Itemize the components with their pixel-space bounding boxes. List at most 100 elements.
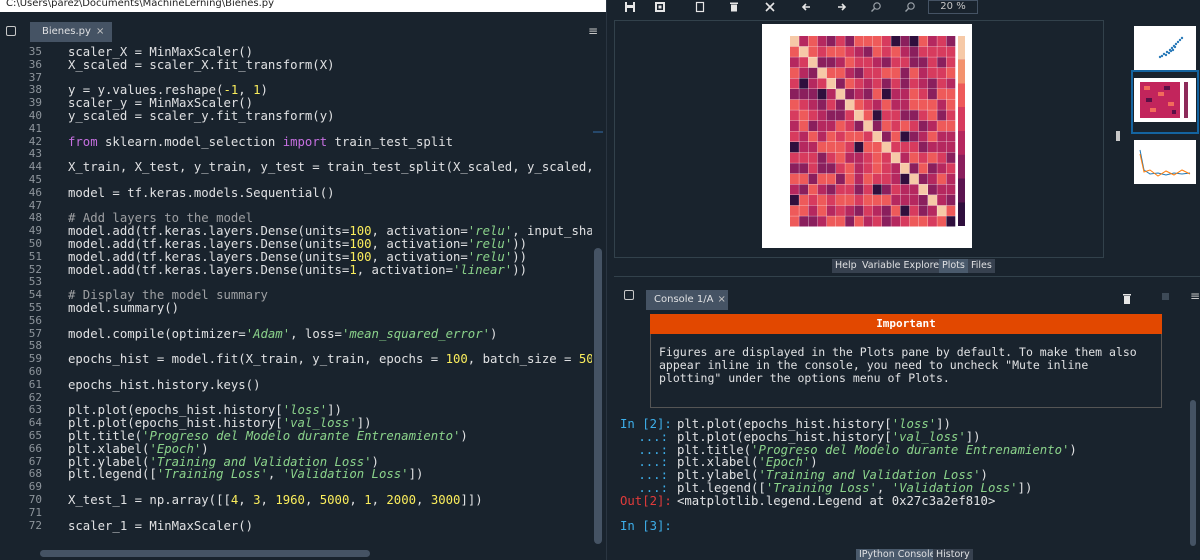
code-token: 1 (349, 262, 357, 277)
code-token: model = tf.keras.models.Sequential() (68, 185, 335, 200)
heatmap-cell (790, 36, 799, 47)
heatmap-cell (799, 120, 809, 132)
heatmap-cell (836, 184, 845, 195)
next-arrow-icon[interactable] (834, 1, 850, 15)
editor-options-menu-icon[interactable]: ≡ (588, 24, 600, 38)
pane-separator[interactable] (614, 276, 1200, 279)
heatmap-cell (790, 195, 799, 206)
tab-help[interactable]: Help (832, 259, 860, 273)
editor-horizontal-scroll-thumb[interactable] (40, 550, 370, 557)
heatmap-cell (845, 152, 855, 163)
close-tab-icon[interactable]: × (96, 26, 104, 37)
code-token: , (371, 493, 387, 507)
heatmap-cell (808, 120, 818, 132)
heatmap-cell (872, 46, 882, 57)
heatmap-cell (928, 110, 937, 121)
heatmap-cell (817, 46, 827, 57)
heatmap-cell (872, 152, 882, 163)
trash-icon[interactable] (1122, 290, 1132, 304)
heatmap-cell (790, 110, 799, 121)
console-vertical-scroll-thumb[interactable] (1190, 400, 1196, 546)
heatmap-cell (836, 195, 845, 206)
heatmap-cell (928, 99, 937, 110)
heatmap-cell (882, 152, 891, 163)
code-token: , (267, 467, 283, 482)
splitter-handle[interactable] (1116, 131, 1120, 141)
zoom-level[interactable]: 20 % (928, 0, 978, 14)
tab-ipython-console[interactable]: IPython Console (856, 549, 939, 560)
heatmap-cell (808, 216, 818, 227)
heatmap-cell (882, 120, 891, 132)
line-number: 71 (28, 505, 42, 519)
important-notice-line: Figures are displayed in the Plots pane … (659, 345, 1137, 359)
heatmap-cell (817, 163, 827, 174)
heatmap-cell (928, 173, 937, 185)
heatmap-cell (928, 152, 937, 163)
heatmap-cell (790, 131, 799, 142)
console-options-menu-icon[interactable]: ≡ (1190, 290, 1200, 302)
close-all-icon[interactable] (762, 1, 778, 15)
console-tab[interactable]: Console 1/A × (646, 290, 728, 310)
line-number-gutter: 35 36 37 38 39 40 41 42 43 44 45 46 47 48 49 50 51 52 53 54… (0, 44, 50, 546)
save-icon[interactable] (622, 1, 638, 15)
tab-files[interactable]: Files (968, 259, 995, 273)
heatmap-cell (937, 89, 947, 100)
heatmap-cell (799, 67, 809, 79)
heatmap-cell (808, 205, 818, 216)
heatmap-cell (863, 173, 873, 185)
code-token: 5000 (319, 493, 350, 507)
delete-icon[interactable] (726, 1, 742, 15)
browse-tabs-icon[interactable] (6, 26, 16, 36)
thumbnail-scatter[interactable] (1134, 26, 1196, 70)
heatmap-cell (918, 36, 928, 47)
code-line: scaler_1 = MinMaxScaler() (68, 519, 253, 533)
close-console-icon[interactable]: × (717, 294, 725, 305)
heatmap-cell (891, 163, 901, 174)
code-token: 100 (445, 352, 468, 367)
stop-icon[interactable] (1162, 293, 1169, 300)
heatmap-cell (863, 120, 873, 132)
tab-variable-explorer[interactable]: Variable Explorer (859, 259, 947, 273)
heatmap-cell (817, 57, 827, 68)
heatmap-cell (854, 131, 864, 142)
heatmap-cell (946, 131, 956, 142)
code-line: from sklearn.model_selection import trai… (68, 135, 453, 149)
heatmap-cell (817, 184, 827, 195)
tab-plots[interactable]: Plots (939, 259, 968, 273)
heatmap-cell (836, 142, 845, 153)
code-token: model.add(tf.keras.layers.Dense(units= (68, 262, 350, 277)
colorbar-segment (958, 131, 965, 155)
heatmap-cell (891, 99, 901, 110)
heatmap-cell (845, 57, 855, 68)
heatmap-cell (946, 67, 956, 79)
editor-tab-label: Bienes.py (42, 26, 91, 37)
line-number: 35 (28, 45, 42, 58)
editor-vertical-scroll-thumb[interactable] (594, 248, 602, 544)
zoom-in-icon[interactable] (868, 1, 884, 15)
heatmap-cell (854, 46, 864, 57)
code-line: y_scaled = scaler_y.fit_transform(y) (68, 110, 335, 123)
pane-splitter[interactable] (606, 0, 614, 560)
tab-history[interactable]: History (933, 549, 973, 560)
heatmap-cell (799, 216, 809, 227)
heatmap-cell (891, 142, 901, 153)
heatmap-cell (937, 131, 947, 142)
code-token: ) (460, 429, 468, 443)
save-all-icon[interactable] (652, 1, 668, 15)
heatmap-cell (790, 142, 799, 153)
code-line: model.compile(optimizer='Adam', loss='me… (68, 327, 497, 341)
heatmap-cell (937, 99, 947, 110)
heatmap-cell (817, 142, 827, 153)
heatmap-cell (836, 216, 845, 227)
heatmap-cell (799, 99, 809, 110)
browse-consoles-icon[interactable] (624, 290, 634, 300)
code-token: 'Training Loss' (156, 467, 268, 482)
zoom-out-icon[interactable] (902, 1, 918, 15)
editor-tab-bienes[interactable]: Bienes.py × (30, 22, 112, 42)
thumbnail-loss-curve[interactable] (1134, 140, 1196, 184)
code-editor[interactable]: 35 36 37 38 39 40 41 42 43 44 45 46 47 48 49 50 51 52 53 54… (0, 44, 592, 546)
heatmap-cell (799, 205, 809, 216)
prev-arrow-icon[interactable] (798, 1, 814, 15)
copy-icon[interactable] (692, 1, 708, 15)
heatmap-cell (836, 57, 845, 68)
